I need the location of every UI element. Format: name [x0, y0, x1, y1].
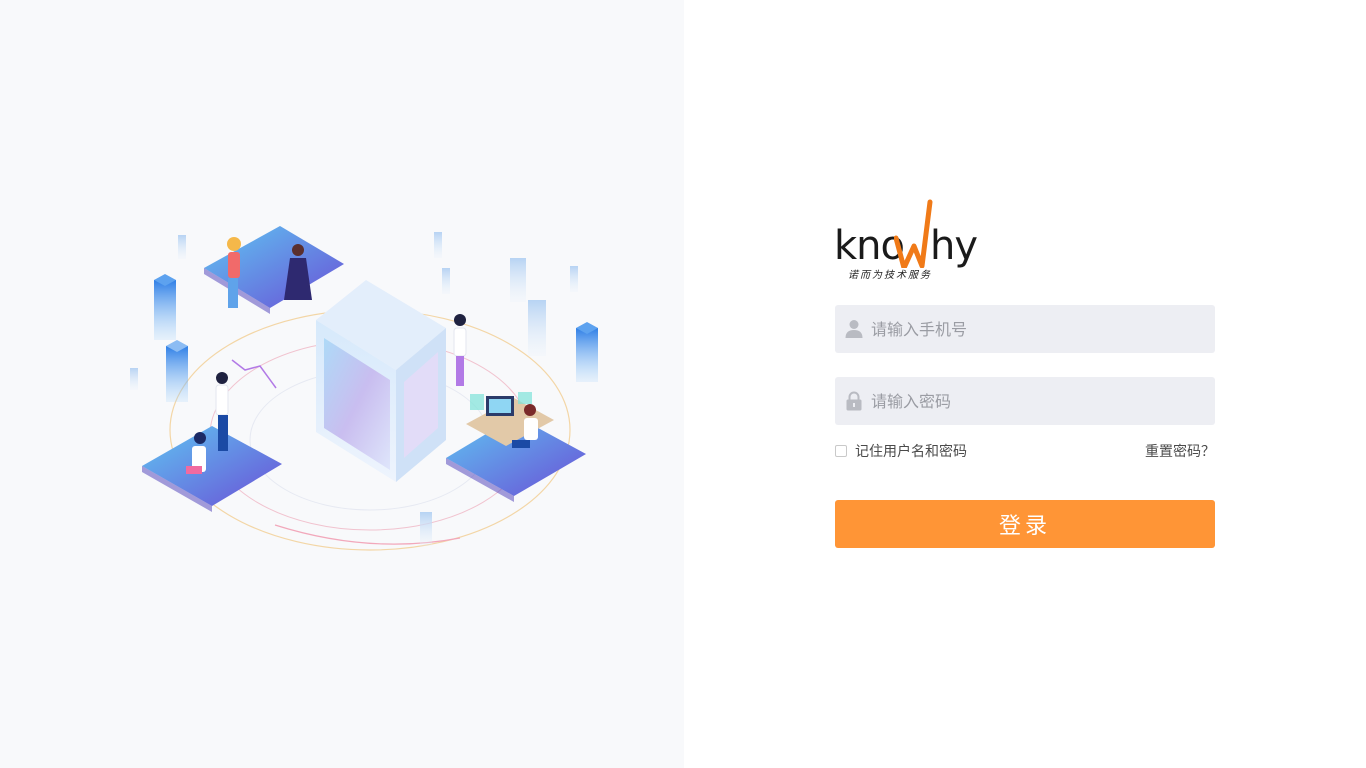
illustration-panel [0, 0, 684, 768]
remember-checkbox[interactable] [835, 445, 847, 457]
person-right-standing [453, 314, 467, 386]
remember-row: 记住用户名和密码 重置密码？ [835, 440, 1215, 462]
password-input[interactable] [871, 377, 1205, 425]
logo-w-mark [894, 199, 933, 268]
login-button[interactable]: 登录 [835, 500, 1215, 548]
phone-field[interactable] [835, 305, 1215, 353]
login-panel: knohy 诺而为技术服务 记住用户名和密码 重置密码？ [684, 0, 1366, 768]
illustration-image [130, 226, 598, 551]
user-icon [845, 320, 863, 338]
logo-tagline: 诺而为技术服务 [848, 270, 932, 281]
phone-input[interactable] [871, 305, 1205, 353]
remember-label[interactable]: 记住用户名和密码 [855, 441, 967, 461]
login-page: knohy 诺而为技术服务 记住用户名和密码 重置密码？ [0, 0, 1366, 768]
password-field[interactable] [835, 377, 1215, 425]
lock-icon [846, 391, 862, 411]
knowhy-logo: kno hy 诺而为技术服务 [834, 198, 978, 284]
reset-password-link[interactable]: 重置密码？ [1145, 441, 1215, 461]
person-left-middle [215, 359, 277, 451]
person-left-top [227, 237, 241, 308]
